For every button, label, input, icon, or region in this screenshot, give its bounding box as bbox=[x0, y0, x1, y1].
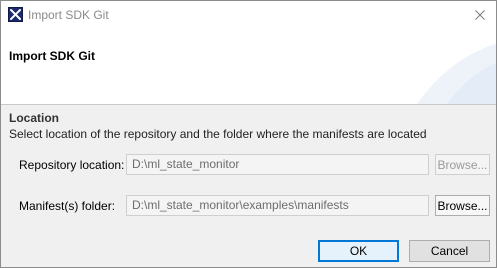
close-icon bbox=[475, 10, 485, 20]
app-icon bbox=[8, 7, 23, 22]
cancel-button[interactable]: Cancel bbox=[409, 240, 490, 262]
repository-location-label: Repository location: bbox=[19, 158, 125, 172]
ok-button[interactable]: OK bbox=[318, 240, 399, 262]
repository-location-field[interactable]: D:\ml_state_monitor bbox=[126, 154, 429, 175]
repository-browse-button[interactable]: Browse... bbox=[435, 154, 490, 175]
section-title: Location bbox=[9, 111, 59, 125]
dialog-body: Location Select location of the reposito… bbox=[1, 105, 496, 267]
banner-decoration bbox=[416, 43, 496, 104]
title-bar[interactable]: Import SDK Git bbox=[1, 1, 496, 29]
close-button[interactable] bbox=[470, 5, 490, 25]
manifest-browse-button[interactable]: Browse... bbox=[435, 195, 490, 216]
page-title: Import SDK Git bbox=[9, 49, 95, 63]
window-title: Import SDK Git bbox=[28, 8, 109, 22]
manifest-folder-field[interactable]: D:\ml_state_monitor\examples\manifests bbox=[126, 195, 429, 216]
import-sdk-git-dialog: Import SDK Git Import SDK Git Location S… bbox=[0, 0, 497, 268]
header-banner: Import SDK Git bbox=[1, 29, 496, 105]
section-description: Select location of the repository and th… bbox=[9, 127, 427, 141]
manifest-folder-label: Manifest(s) folder: bbox=[19, 199, 116, 213]
